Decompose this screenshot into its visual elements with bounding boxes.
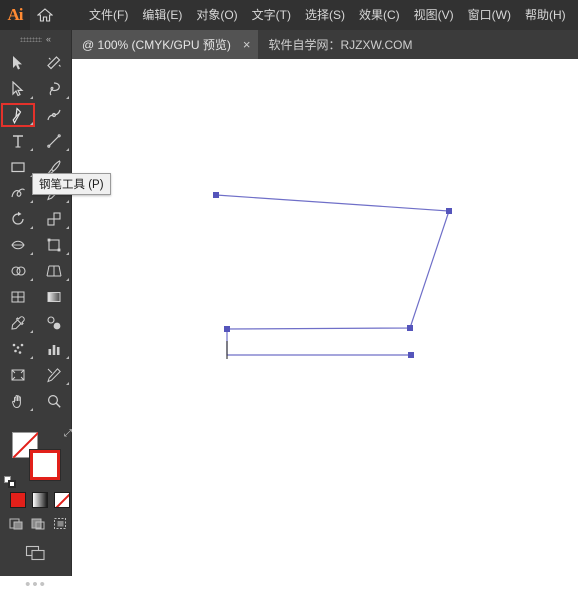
- tool-group-indicator: [30, 278, 33, 281]
- drawing-mode-buttons: [9, 516, 72, 531]
- swap-fill-stroke-icon[interactable]: ⤢: [64, 428, 72, 439]
- more-tools-icon[interactable]: •••: [0, 577, 72, 592]
- close-icon[interactable]: ×: [243, 38, 251, 51]
- gradient-tool[interactable]: [36, 284, 72, 310]
- free-transform-tool[interactable]: [36, 232, 72, 258]
- tool-group-indicator: [30, 226, 33, 229]
- menu-bar: Ai 文件(F) 编辑(E) 对象(O) 文字(T) 选择(S) 效果(C) 视…: [0, 0, 578, 30]
- selection-tool[interactable]: [0, 50, 36, 76]
- menu-help[interactable]: 帮助(H): [518, 0, 573, 30]
- tool-group-indicator: [30, 330, 33, 333]
- menu-edit[interactable]: 编辑(E): [135, 0, 189, 30]
- tool-grid: [0, 46, 71, 414]
- scale-tool[interactable]: [36, 206, 72, 232]
- direct-selection-tool[interactable]: [0, 76, 36, 102]
- symbol-sprayer-tool[interactable]: [0, 336, 36, 362]
- tab-watermark-label: 软件自学网：RJZXW.COM: [268, 38, 413, 52]
- tool-group-indicator: [30, 408, 33, 411]
- fill-swatch[interactable]: [30, 450, 60, 480]
- anchor-point[interactable]: [408, 352, 414, 358]
- anchor-point[interactable]: [446, 208, 452, 214]
- tool-group-indicator: [66, 252, 69, 255]
- tools-panel: « 钢笔工具 (P) ⤢ •••: [0, 30, 111, 592]
- tool-group-indicator: [30, 200, 33, 203]
- menu-type[interactable]: 文字(T): [245, 0, 298, 30]
- tool-group-indicator: [66, 200, 69, 203]
- lasso-tool[interactable]: [36, 76, 72, 102]
- drawn-path: [213, 192, 452, 359]
- blend-tool[interactable]: [36, 310, 72, 336]
- color-mode-buttons: [10, 492, 72, 508]
- artboard-tool[interactable]: [0, 362, 36, 388]
- none-button[interactable]: [54, 492, 70, 508]
- tool-group-indicator: [66, 356, 69, 359]
- tool-group-indicator: [66, 382, 69, 385]
- artboard-canvas[interactable]: [72, 59, 578, 576]
- tab-active-label: @ 100% (CMYK/GPU 预览): [82, 38, 231, 52]
- shaper-tool[interactable]: [0, 180, 36, 206]
- color-controls: ⤢ •••: [0, 428, 72, 592]
- tool-tooltip: 钢笔工具 (P): [32, 173, 111, 195]
- tool-group-indicator: [30, 122, 33, 125]
- rectangle-tool[interactable]: [0, 154, 36, 180]
- home-icon[interactable]: [30, 0, 60, 30]
- tool-group-indicator: [66, 278, 69, 281]
- chevron-double-left-icon[interactable]: «: [46, 34, 51, 44]
- tool-group-indicator: [66, 148, 69, 151]
- slice-tool[interactable]: [36, 362, 72, 388]
- app-logo: Ai: [0, 0, 30, 30]
- menu-view[interactable]: 视图(V): [407, 0, 461, 30]
- menu-items: 文件(F) 编辑(E) 对象(O) 文字(T) 选择(S) 效果(C) 视图(V…: [82, 0, 573, 30]
- mesh-tool[interactable]: [0, 284, 36, 310]
- curvature-tool[interactable]: [36, 102, 72, 128]
- width-tool[interactable]: [0, 232, 36, 258]
- screen-mode-button[interactable]: [0, 545, 72, 561]
- column-graph-tool[interactable]: [36, 336, 72, 362]
- pen-tool[interactable]: [0, 102, 36, 128]
- fill-stroke-control: ⤢: [4, 428, 72, 488]
- tool-group-indicator: [30, 356, 33, 359]
- type-tool[interactable]: [0, 128, 36, 154]
- tool-group-indicator: [66, 96, 69, 99]
- tool-group-indicator: [66, 226, 69, 229]
- rotate-tool[interactable]: [0, 206, 36, 232]
- panel-grip[interactable]: «: [0, 30, 71, 46]
- path-upper-segment: [215, 194, 450, 330]
- line-segment-tool[interactable]: [36, 128, 72, 154]
- hand-tool[interactable]: [0, 388, 36, 414]
- menu-window[interactable]: 窗口(W): [461, 0, 518, 30]
- path-lower-segment: [226, 329, 411, 356]
- color-button[interactable]: [10, 492, 26, 508]
- tab-active-document[interactable]: @ 100% (CMYK/GPU 预览) ×: [72, 30, 259, 59]
- menu-file[interactable]: 文件(F): [82, 0, 135, 30]
- menu-effect[interactable]: 效果(C): [352, 0, 407, 30]
- default-fill-stroke-icon[interactable]: [4, 476, 16, 488]
- gradient-button[interactable]: [32, 492, 48, 508]
- zoom-tool[interactable]: [36, 388, 72, 414]
- perspective-grid-tool[interactable]: [36, 258, 72, 284]
- document-tab-bar: @ 100% (CMYK/GPU 预览) × 软件自学网：RJZXW.COM: [0, 30, 578, 59]
- tool-group-indicator: [30, 96, 33, 99]
- draw-normal-icon[interactable]: [9, 516, 24, 531]
- grip-dots: [19, 36, 42, 42]
- anchor-point[interactable]: [213, 192, 219, 198]
- draw-inside-icon[interactable]: [53, 516, 68, 531]
- menu-select[interactable]: 选择(S): [298, 0, 352, 30]
- eyedropper-tool[interactable]: [0, 310, 36, 336]
- shape-builder-tool[interactable]: [0, 258, 36, 284]
- tool-group-indicator: [30, 252, 33, 255]
- anchor-point[interactable]: [224, 326, 230, 332]
- draw-behind-icon[interactable]: [31, 516, 46, 531]
- tool-group-indicator: [30, 148, 33, 151]
- anchor-point[interactable]: [407, 325, 413, 331]
- menu-object[interactable]: 对象(O): [189, 0, 244, 30]
- magic-wand-tool[interactable]: [36, 50, 72, 76]
